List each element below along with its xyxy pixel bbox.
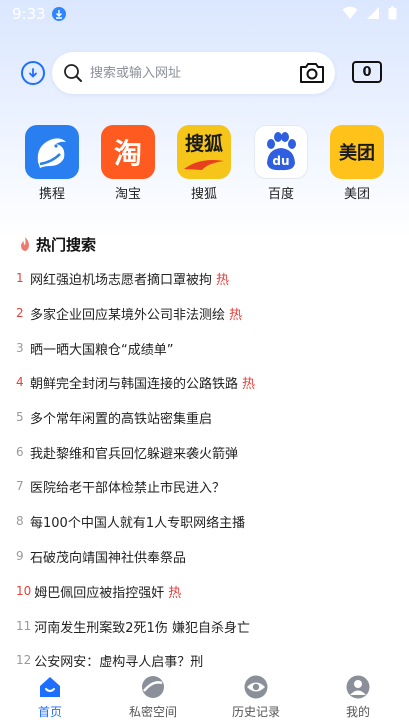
profile-icon (346, 675, 370, 699)
hot-badge: 热 (229, 307, 243, 323)
svg-text:du: du (272, 154, 289, 168)
hot-text: 每100个中国人就有1人专职网络主播 (30, 515, 246, 531)
hot-search-item[interactable]: 10 姆巴佩回应被指控强奸 热 (16, 574, 396, 608)
hot-search-item[interactable]: 6 我赴黎维和官兵回忆躲避来袭火箭弹 (16, 435, 396, 469)
hot-search-item[interactable]: 4 朝鲜完全封闭与韩国连接的公路铁路 热 (16, 365, 396, 399)
hot-badge: 热 (242, 376, 256, 392)
hot-text: 多个常年闲置的高铁站密集重启 (30, 411, 213, 427)
battery-icon (388, 5, 397, 24)
hot-text: 朝鲜完全封闭与韩国连接的公路铁路 (30, 376, 239, 392)
nav-history[interactable]: 历史记录 (216, 671, 296, 727)
nav-mine-label: 我的 (345, 705, 370, 719)
shortcut-grid: 携程 淘 淘宝 搜狐 搜狐 du 百度 美团 美团 (0, 125, 409, 205)
status-bar: 9:33 (0, 0, 409, 28)
baidu-paw-icon: du (254, 125, 308, 179)
wifi-icon (342, 5, 358, 24)
camera-icon[interactable] (299, 61, 325, 85)
hot-search-item[interactable]: 11 河南发生刑案致2死1伤 嫌犯自杀身亡 (16, 609, 396, 643)
hot-rank: 2 (16, 306, 24, 320)
history-eye-icon (244, 675, 268, 699)
hot-rank: 8 (16, 514, 24, 528)
search-bar[interactable] (52, 52, 335, 94)
bottom-nav: 首页 私密空间 历史记录 我的 (0, 671, 409, 727)
hot-search-item[interactable]: 9 石破茂向靖国神社供奉祭品 (16, 539, 396, 573)
nav-history-label: 历史记录 (231, 705, 280, 719)
hot-search-item[interactable]: 7 医院给老干部体检禁止市民进入？ (16, 469, 396, 503)
taobao-icon: 淘 (101, 125, 155, 179)
hot-rank: 10 (16, 584, 32, 598)
private-space-icon (142, 676, 164, 698)
home-icon (40, 677, 60, 697)
shortcut-sohu[interactable]: 搜狐 搜狐 (174, 125, 234, 202)
tab-count-value: 0 (362, 64, 372, 80)
hot-rank: 9 (16, 549, 24, 563)
shortcut-taobao[interactable]: 淘 淘宝 (98, 125, 158, 202)
hot-text: 医院给老干部体检禁止市民进入？ (30, 480, 226, 496)
nav-home[interactable]: 首页 (10, 671, 90, 727)
hot-badge: 热 (168, 585, 182, 601)
hot-rank: 3 (16, 341, 24, 355)
shortcut-label: 淘宝 (114, 187, 141, 202)
nav-mine[interactable]: 我的 (318, 671, 398, 727)
shortcut-meituan[interactable]: 美团 美团 (327, 125, 387, 202)
hot-text: 我赴黎维和官兵回忆躲避来袭火箭弹 (30, 446, 239, 462)
hot-rank: 4 (16, 375, 24, 389)
hot-text: 石破茂向靖国神社供奉祭品 (30, 550, 187, 566)
hot-search-item[interactable]: 3 晒一晒大国粮仓“成绩单” (16, 331, 396, 365)
hot-text: 网红强迫机场志愿者摘口罩被拘 (30, 272, 213, 288)
shortcut-label: 美团 (343, 187, 370, 202)
status-time: 9:33 (12, 5, 46, 23)
hot-search-item[interactable]: 5 多个常年闲置的高铁站密集重启 (16, 400, 396, 434)
ctrip-dolphin-icon (25, 125, 79, 179)
download-notification-icon (51, 7, 66, 21)
shortcut-label: 搜狐 (190, 187, 217, 202)
hot-rank: 7 (16, 479, 24, 493)
hot-text: 姆巴佩回应被指控强奸 (34, 585, 165, 601)
shortcut-ctrip[interactable]: 携程 (22, 125, 82, 202)
signal-icon (366, 5, 380, 24)
meituan-icon: 美团 (330, 125, 384, 179)
hot-text: 晒一晒大国粮仓“成绩单” (30, 342, 174, 358)
shortcut-baidu[interactable]: du 百度 (251, 125, 311, 202)
hot-search-item[interactable]: 2 多家企业回应某境外公司非法测绘 热 (16, 296, 396, 330)
hot-search-item[interactable]: 1 网红强迫机场志愿者摘口罩被拘 热 (16, 261, 396, 295)
hot-rank: 5 (16, 410, 24, 424)
download-manager-icon[interactable] (21, 61, 45, 85)
hot-search-title: 热门搜索 (36, 235, 97, 254)
hot-rank: 11 (16, 619, 32, 633)
hot-text: 多家企业回应某境外公司非法测绘 (30, 307, 226, 323)
nav-home-label: 首页 (37, 705, 62, 719)
hot-rank: 12 (16, 653, 32, 667)
hot-text: 河南发生刑案致2死1伤 嫌犯自杀身亡 (34, 620, 250, 636)
hot-rank: 6 (16, 445, 24, 459)
nav-private-space[interactable]: 私密空间 (113, 671, 193, 727)
shortcut-label: 携程 (38, 187, 65, 202)
hot-search-item[interactable]: 8 每100个中国人就有1人专职网络主播 (16, 504, 396, 538)
shortcut-label: 百度 (267, 187, 294, 202)
search-icon (64, 64, 82, 82)
search-input[interactable] (90, 62, 290, 84)
hot-badge: 热 (216, 272, 230, 288)
hot-search-header: 热门搜索 (18, 233, 96, 255)
flame-icon (21, 237, 29, 251)
sohu-icon: 搜狐 (177, 125, 231, 179)
hot-text: 公安网安：虚构寻人启事？刑 (34, 654, 204, 670)
hot-rank: 1 (16, 271, 24, 285)
toolbar: 0 (0, 52, 409, 94)
tab-count-button[interactable]: 0 (352, 61, 382, 83)
nav-private-label: 私密空间 (128, 705, 177, 719)
